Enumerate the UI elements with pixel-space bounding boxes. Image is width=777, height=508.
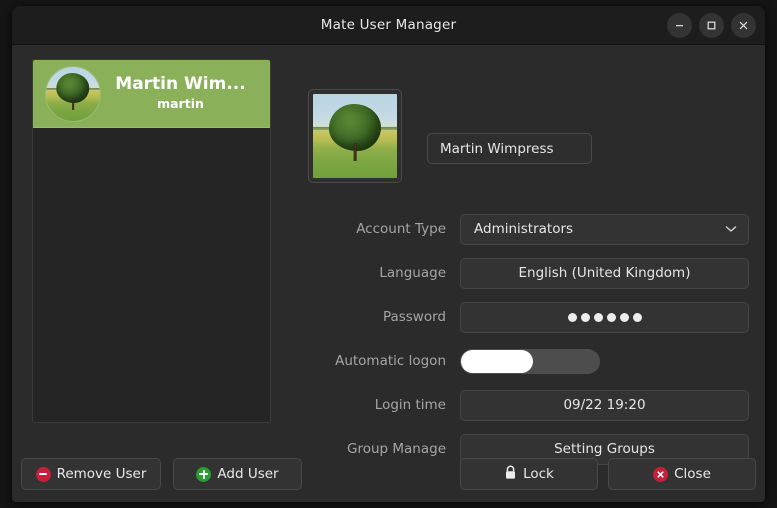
plus-circle-icon — [196, 466, 212, 482]
row-login-time: Login time 09/22 19:20 — [295, 383, 749, 427]
password-dot — [567, 312, 577, 322]
password-dot — [593, 312, 603, 322]
list-item-username: martin — [157, 96, 204, 112]
row-language: Language English (United Kingdom) — [295, 251, 749, 295]
password-dot — [632, 312, 642, 322]
row-account-type: Account Type Administrators — [295, 207, 749, 251]
label-account-type: Account Type — [356, 221, 446, 237]
lock-label: Lock — [523, 466, 554, 482]
lock-button[interactable]: Lock — [460, 458, 598, 490]
row-automatic-logon: Automatic logon — [295, 339, 749, 383]
close-circle-icon — [653, 466, 669, 482]
avatar — [45, 65, 101, 122]
label-password: Password — [382, 309, 446, 325]
close-icon — [738, 20, 749, 31]
window-controls — [667, 6, 756, 44]
password-dot — [580, 312, 590, 322]
close-label: Close — [674, 466, 711, 482]
row-password: Password — [295, 295, 749, 339]
language-button[interactable]: English (United Kingdom) — [460, 257, 749, 289]
minimize-icon — [674, 20, 685, 31]
password-dot — [606, 312, 616, 322]
label-automatic-logon: Automatic logon — [335, 353, 446, 369]
minus-circle-icon — [35, 466, 51, 482]
list-item-text: Martin Wim... martin — [101, 74, 264, 113]
add-user-label: Add User — [217, 466, 279, 482]
maximize-icon — [706, 20, 717, 31]
list-item-fullname: Martin Wim... — [115, 74, 246, 95]
label-language: Language — [379, 265, 446, 281]
toggle-knob — [461, 349, 533, 373]
bottom-button-bar: Remove User Add User Lock Close — [12, 446, 765, 502]
application-window: Mate User Manager Martin Wim... martin M… — [12, 6, 765, 502]
remove-user-button[interactable]: Remove User — [21, 458, 161, 490]
remove-user-label: Remove User — [56, 466, 147, 482]
user-avatar-image — [313, 94, 397, 178]
form-rows: Account Type Administrators Language Eng… — [295, 207, 749, 471]
automatic-logon-toggle-wrap — [460, 348, 749, 374]
label-login-time: Login time — [374, 397, 446, 413]
window-title: Mate User Manager — [320, 17, 457, 33]
user-detail-pane: Martin Wimpress Account Type Administrat… — [295, 45, 765, 502]
user-avatar-button[interactable] — [308, 89, 402, 183]
password-masked-value — [567, 312, 642, 322]
window-body: Martin Wim... martin Martin Wimpress Acc… — [12, 45, 765, 502]
close-dialog-button[interactable]: Close — [608, 458, 756, 490]
account-type-value: Administrators — [474, 221, 574, 237]
lock-icon — [504, 465, 517, 484]
account-type-select[interactable]: Administrators — [460, 213, 749, 245]
list-item[interactable]: Martin Wim... martin — [33, 60, 270, 128]
password-dot — [619, 312, 629, 322]
automatic-logon-toggle[interactable] — [460, 348, 600, 374]
maximize-button[interactable] — [699, 12, 724, 38]
close-button[interactable] — [731, 12, 756, 38]
login-time-button[interactable]: 09/22 19:20 — [460, 389, 749, 421]
minimize-button[interactable] — [667, 12, 692, 38]
password-button[interactable] — [460, 301, 749, 333]
fullname-input[interactable]: Martin Wimpress — [427, 133, 592, 164]
chevron-down-icon — [725, 225, 737, 233]
add-user-button[interactable]: Add User — [173, 458, 302, 490]
user-list[interactable]: Martin Wim... martin — [32, 59, 271, 423]
title-bar[interactable]: Mate User Manager — [12, 6, 765, 45]
